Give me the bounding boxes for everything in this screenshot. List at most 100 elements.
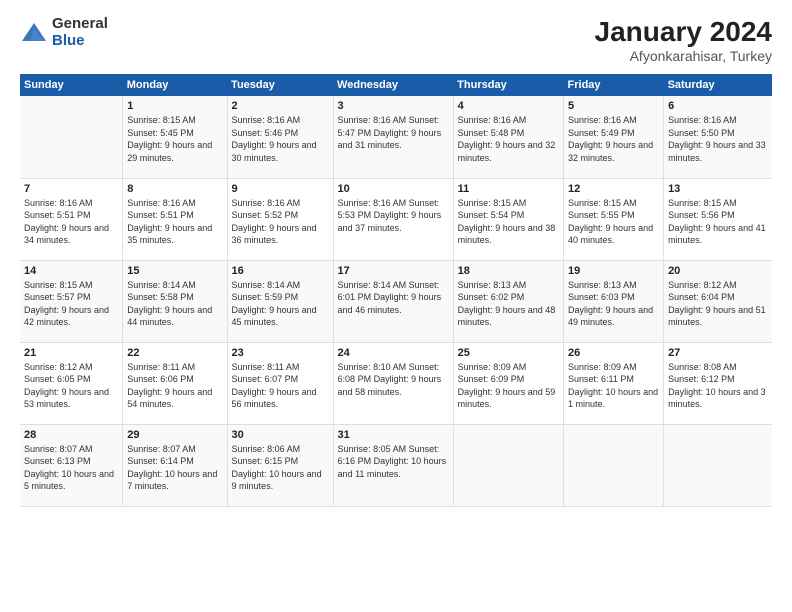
calendar-cell: 12 Sunrise: 8:15 AM Sunset: 5:55 PM Dayli… <box>564 178 664 260</box>
logo: General Blue <box>20 16 108 49</box>
day-info: Sunrise: 8:12 AM Sunset: 6:05 PM Dayligh… <box>24 361 118 411</box>
calendar-cell: 23Sunrise: 8:11 AM Sunset: 6:07 PM Dayli… <box>227 342 333 424</box>
col-tuesday: Tuesday <box>227 74 333 96</box>
calendar-cell: 29 Sunrise: 8:07 AM Sunset: 6:14 PM Dayli… <box>123 424 227 506</box>
title-block: January 2024 Afyonkarahisar, Turkey <box>595 16 772 64</box>
calendar-cell: 8Sunrise: 8:16 AM Sunset: 5:51 PM Daylig… <box>123 178 227 260</box>
calendar-cell: 3Sunrise: 8:16 AM Sunset: 5:47 PM Daylig… <box>333 96 453 178</box>
day-number: 24 <box>338 347 449 359</box>
day-info: Sunrise: 8:16 AM Sunset: 5:48 PM Dayligh… <box>458 114 559 164</box>
day-info: Sunrise: 8:14 AM Sunset: 6:01 PM Dayligh… <box>338 279 449 317</box>
day-info: Sunrise: 8:15 AM Sunset: 5:55 PM Dayligh… <box>568 197 659 247</box>
day-info: Sunrise: 8:05 AM Sunset: 6:16 PM Dayligh… <box>338 443 449 481</box>
col-thursday: Thursday <box>453 74 563 96</box>
day-number: 1 <box>127 100 222 112</box>
calendar-title: January 2024 <box>595 16 772 48</box>
day-info: Sunrise: 8:16 AM Sunset: 5:53 PM Dayligh… <box>338 197 449 235</box>
day-number: 8 <box>127 183 222 195</box>
day-number: 17 <box>338 265 449 277</box>
calendar-cell <box>664 424 772 506</box>
col-sunday: Sunday <box>20 74 123 96</box>
day-number: 11 <box>458 183 559 195</box>
calendar-cell: 20 Sunrise: 8:12 AM Sunset: 6:04 PM Dayli… <box>664 260 772 342</box>
calendar-cell: 25 Sunrise: 8:09 AM Sunset: 6:09 PM Dayli… <box>453 342 563 424</box>
calendar-cell <box>564 424 664 506</box>
day-number: 31 <box>338 429 449 441</box>
day-info: Sunrise: 8:08 AM Sunset: 6:12 PM Dayligh… <box>668 361 768 411</box>
calendar-cell: 7Sunrise: 8:16 AM Sunset: 5:51 PM Daylig… <box>20 178 123 260</box>
day-number: 15 <box>127 265 222 277</box>
calendar-cell: 19Sunrise: 8:13 AM Sunset: 6:03 PM Dayli… <box>564 260 664 342</box>
col-saturday: Saturday <box>664 74 772 96</box>
day-info: Sunrise: 8:15 AM Sunset: 5:45 PM Dayligh… <box>127 114 222 164</box>
calendar-week-row: 21 Sunrise: 8:12 AM Sunset: 6:05 PM Dayli… <box>20 342 772 424</box>
calendar-week-row: 14Sunrise: 8:15 AM Sunset: 5:57 PM Dayli… <box>20 260 772 342</box>
day-number: 28 <box>24 429 118 441</box>
calendar-cell: 10 Sunrise: 8:16 AM Sunset: 5:53 PM Dayli… <box>333 178 453 260</box>
logo-general: General <box>52 16 108 33</box>
day-info: Sunrise: 8:16 AM Sunset: 5:51 PM Dayligh… <box>24 197 118 247</box>
calendar-cell: 1 Sunrise: 8:15 AM Sunset: 5:45 PM Daylig… <box>123 96 227 178</box>
day-info: Sunrise: 8:14 AM Sunset: 5:59 PM Dayligh… <box>232 279 329 329</box>
logo-blue: Blue <box>52 33 108 50</box>
calendar-cell: 4 Sunrise: 8:16 AM Sunset: 5:48 PM Daylig… <box>453 96 563 178</box>
day-info: Sunrise: 8:11 AM Sunset: 6:06 PM Dayligh… <box>127 361 222 411</box>
day-info: Sunrise: 8:16 AM Sunset: 5:52 PM Dayligh… <box>232 197 329 247</box>
day-info: Sunrise: 8:15 AM Sunset: 5:56 PM Dayligh… <box>668 197 768 247</box>
day-info: Sunrise: 8:11 AM Sunset: 6:07 PM Dayligh… <box>232 361 329 411</box>
calendar-cell: 26 Sunrise: 8:09 AM Sunset: 6:11 PM Dayli… <box>564 342 664 424</box>
logo-icon <box>20 19 48 47</box>
day-number: 30 <box>232 429 329 441</box>
day-info: Sunrise: 8:16 AM Sunset: 5:49 PM Dayligh… <box>568 114 659 164</box>
day-number: 21 <box>24 347 118 359</box>
day-number: 6 <box>668 100 768 112</box>
day-info: Sunrise: 8:13 AM Sunset: 6:03 PM Dayligh… <box>568 279 659 329</box>
calendar-subtitle: Afyonkarahisar, Turkey <box>595 48 772 64</box>
day-number: 13 <box>668 183 768 195</box>
day-info: Sunrise: 8:16 AM Sunset: 5:50 PM Dayligh… <box>668 114 768 164</box>
day-info: Sunrise: 8:16 AM Sunset: 5:46 PM Dayligh… <box>232 114 329 164</box>
day-info: Sunrise: 8:13 AM Sunset: 6:02 PM Dayligh… <box>458 279 559 329</box>
day-number: 9 <box>232 183 329 195</box>
day-info: Sunrise: 8:09 AM Sunset: 6:09 PM Dayligh… <box>458 361 559 411</box>
calendar-cell: 30 Sunrise: 8:06 AM Sunset: 6:15 PM Dayli… <box>227 424 333 506</box>
calendar-cell: 21 Sunrise: 8:12 AM Sunset: 6:05 PM Dayli… <box>20 342 123 424</box>
day-number: 20 <box>668 265 768 277</box>
day-number: 5 <box>568 100 659 112</box>
calendar-cell: 27Sunrise: 8:08 AM Sunset: 6:12 PM Dayli… <box>664 342 772 424</box>
day-number: 3 <box>338 100 449 112</box>
day-info: Sunrise: 8:06 AM Sunset: 6:15 PM Dayligh… <box>232 443 329 493</box>
col-friday: Friday <box>564 74 664 96</box>
day-info: Sunrise: 8:09 AM Sunset: 6:11 PM Dayligh… <box>568 361 659 411</box>
col-monday: Monday <box>123 74 227 96</box>
day-info: Sunrise: 8:12 AM Sunset: 6:04 PM Dayligh… <box>668 279 768 329</box>
calendar-cell: 28Sunrise: 8:07 AM Sunset: 6:13 PM Dayli… <box>20 424 123 506</box>
calendar-cell: 11Sunrise: 8:15 AM Sunset: 5:54 PM Dayli… <box>453 178 563 260</box>
day-number: 18 <box>458 265 559 277</box>
calendar-page: General Blue January 2024 Afyonkarahisar… <box>0 0 792 612</box>
calendar-cell: 5 Sunrise: 8:16 AM Sunset: 5:49 PM Daylig… <box>564 96 664 178</box>
day-number: 10 <box>338 183 449 195</box>
calendar-cell: 16Sunrise: 8:14 AM Sunset: 5:59 PM Dayli… <box>227 260 333 342</box>
calendar-cell: 18 Sunrise: 8:13 AM Sunset: 6:02 PM Dayli… <box>453 260 563 342</box>
calendar-week-row: 28Sunrise: 8:07 AM Sunset: 6:13 PM Dayli… <box>20 424 772 506</box>
day-number: 14 <box>24 265 118 277</box>
day-number: 2 <box>232 100 329 112</box>
calendar-cell <box>453 424 563 506</box>
calendar-body: 1 Sunrise: 8:15 AM Sunset: 5:45 PM Daylig… <box>20 96 772 506</box>
day-number: 12 <box>568 183 659 195</box>
day-number: 25 <box>458 347 559 359</box>
calendar-week-row: 7Sunrise: 8:16 AM Sunset: 5:51 PM Daylig… <box>20 178 772 260</box>
calendar-header: Sunday Monday Tuesday Wednesday Thursday… <box>20 74 772 96</box>
day-info: Sunrise: 8:14 AM Sunset: 5:58 PM Dayligh… <box>127 279 222 329</box>
calendar-cell: 15 Sunrise: 8:14 AM Sunset: 5:58 PM Dayli… <box>123 260 227 342</box>
day-info: Sunrise: 8:07 AM Sunset: 6:14 PM Dayligh… <box>127 443 222 493</box>
calendar-cell: 24Sunrise: 8:10 AM Sunset: 6:08 PM Dayli… <box>333 342 453 424</box>
calendar-cell: 31 Sunrise: 8:05 AM Sunset: 6:16 PM Dayli… <box>333 424 453 506</box>
day-number: 26 <box>568 347 659 359</box>
calendar-cell: 13 Sunrise: 8:15 AM Sunset: 5:56 PM Dayli… <box>664 178 772 260</box>
calendar-cell: 17 Sunrise: 8:14 AM Sunset: 6:01 PM Dayli… <box>333 260 453 342</box>
logo-text: General Blue <box>52 16 108 49</box>
day-number: 29 <box>127 429 222 441</box>
day-number: 4 <box>458 100 559 112</box>
